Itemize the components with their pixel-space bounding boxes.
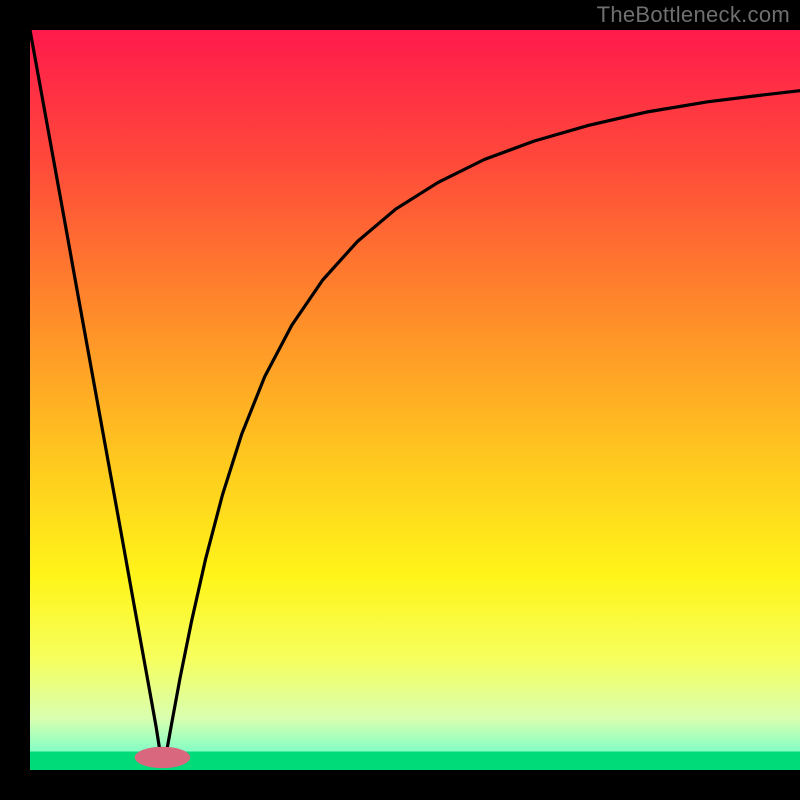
chart-svg (30, 30, 800, 770)
chart-frame: TheBottleneck.com (0, 0, 800, 800)
watermark-label: TheBottleneck.com (597, 2, 790, 28)
plot-area (30, 30, 800, 770)
minimum-marker (135, 747, 190, 768)
